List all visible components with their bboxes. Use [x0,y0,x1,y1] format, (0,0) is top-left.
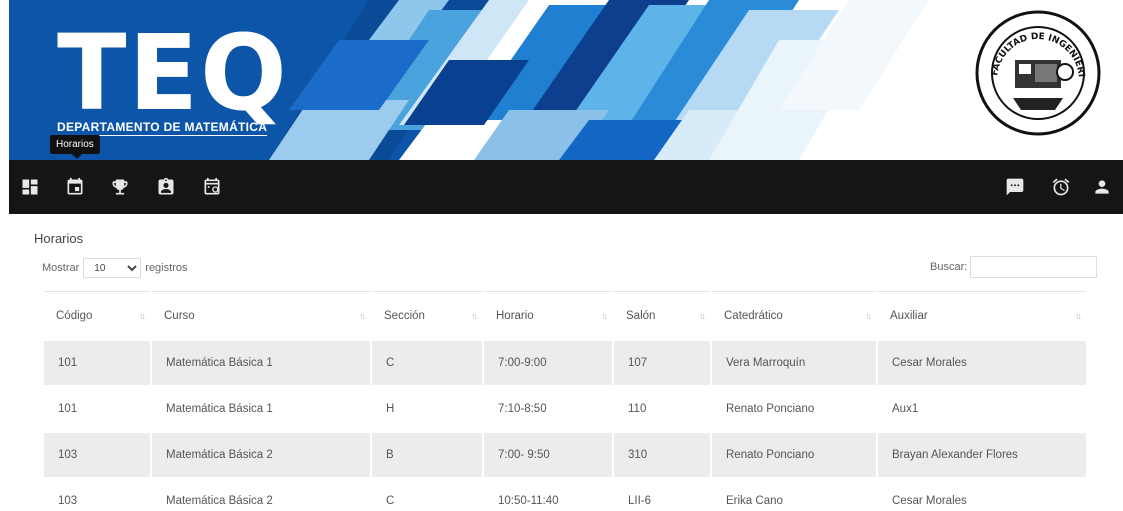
header-label: Auxiliar [890,309,928,322]
sort-icon: ↑↓ [601,311,608,321]
th-curso[interactable]: Curso ↑↓ [152,291,370,339]
sort-icon: ↑↓ [139,311,146,321]
header-label: Curso [164,309,195,322]
horarios-tooltip: Horarios [50,135,100,159]
cell-curso: Matemática Básica 1 [152,341,370,385]
length-label-after: registros [145,262,188,274]
cell-catedratico: Vera Marroquín [712,341,876,385]
sort-icon: ↑↓ [471,311,478,321]
length-control: Mostrar 10 registros [42,258,187,278]
cell-horario: 7:00- 9:50 [484,433,612,477]
length-select[interactable]: 10 [83,258,142,278]
cell-seccion: C [372,479,482,511]
cell-seccion: H [372,387,482,431]
cell-horario: 7:00-9:00 [484,341,612,385]
table-row[interactable]: 103 Matemática Básica 2 B 7:00- 9:50 310… [44,433,1086,477]
cell-salon: LII-6 [614,479,710,511]
cell-codigo: 103 [44,433,150,477]
schedule-table-wrapper: Código ↑↓ Curso ↑↓ Sección ↑↓ Horario ↑↓ Sal… [42,289,1088,511]
cell-salon: 310 [614,433,710,477]
cell-auxiliar: Cesar Morales [878,479,1086,511]
assignment-ind-icon[interactable] [156,177,176,197]
table-row[interactable]: 103 Matemática Básica 2 C 10:50-11:40 LI… [44,479,1086,511]
cell-codigo: 101 [44,341,150,385]
alarm-icon[interactable] [1051,177,1071,197]
trophy-icon[interactable] [110,177,130,197]
cell-horario: 10:50-11:40 [484,479,612,511]
header-label: Código [56,309,93,322]
length-label-before: Mostrar [42,262,80,274]
cell-codigo: 101 [44,387,150,431]
th-salon[interactable]: Salón ↑↓ [614,291,710,339]
search-label: Buscar: [930,261,968,273]
header-label: Salón [626,309,656,322]
th-seccion[interactable]: Sección ↑↓ [372,291,482,339]
cell-curso: Matemática Básica 2 [152,433,370,477]
sort-icon: ↑↓ [1075,311,1082,321]
search-input[interactable] [970,256,1098,278]
sort-icon: ↑↓ [699,311,706,321]
chat-icon[interactable] [1005,177,1025,197]
cell-auxiliar: Brayan Alexander Flores [878,433,1086,477]
cell-seccion: B [372,433,482,477]
th-codigo[interactable]: Código ↑↓ [44,291,150,339]
cell-codigo: 103 [44,479,150,511]
schedule-calendar-icon[interactable] [202,177,222,197]
top-navbar [9,160,1123,214]
dashboard-icon[interactable] [20,177,40,197]
header-label: Catedrático [724,309,783,322]
cell-catedratico: Renato Ponciano [712,387,876,431]
header-row: Código ↑↓ Curso ↑↓ Sección ↑↓ Horario ↑↓ Sal… [44,291,1086,339]
th-catedratico[interactable]: Catedrático ↑↓ [712,291,876,339]
table-row[interactable]: 101 Matemática Básica 1 H 7:10-8:50 110 … [44,387,1086,431]
table-row[interactable]: 101 Matemática Básica 1 C 7:00-9:00 107 … [44,341,1086,385]
search-control: Buscar: [930,256,1098,278]
cell-auxiliar: Cesar Morales [878,341,1086,385]
cell-catedratico: Erika Cano [712,479,876,511]
calendar-icon[interactable] [65,177,85,197]
th-auxiliar[interactable]: Auxiliar ↑↓ [878,291,1086,339]
logo-text: TEQ [57,12,289,134]
header-label: Sección [384,309,425,322]
cell-salon: 107 [614,341,710,385]
cell-seccion: C [372,341,482,385]
cell-curso: Matemática Básica 1 [152,387,370,431]
cell-auxiliar: Aux1 [878,387,1086,431]
page-title: Horarios [34,231,84,246]
header-label: Horario [496,309,534,322]
header-banner: TEQ DEPARTAMENTO DE MATEMÁTICA FACULTAD … [9,0,1123,160]
cell-salon: 110 [614,387,710,431]
teq-logo: TEQ DEPARTAMENTO DE MATEMÁTICA [57,12,293,136]
person-icon[interactable] [1092,177,1112,197]
cell-catedratico: Renato Ponciano [712,433,876,477]
th-horario[interactable]: Horario ↑↓ [484,291,612,339]
sort-icon: ↑↓ [865,311,872,321]
schedule-table: Código ↑↓ Curso ↑↓ Sección ↑↓ Horario ↑↓ Sal… [42,289,1088,511]
sort-icon: ↑↓ [359,311,366,321]
cell-horario: 7:10-8:50 [484,387,612,431]
cell-curso: Matemática Básica 2 [152,479,370,511]
usac-seal-logo: FACULTAD DE INGENIERIA USAC [975,10,1101,136]
